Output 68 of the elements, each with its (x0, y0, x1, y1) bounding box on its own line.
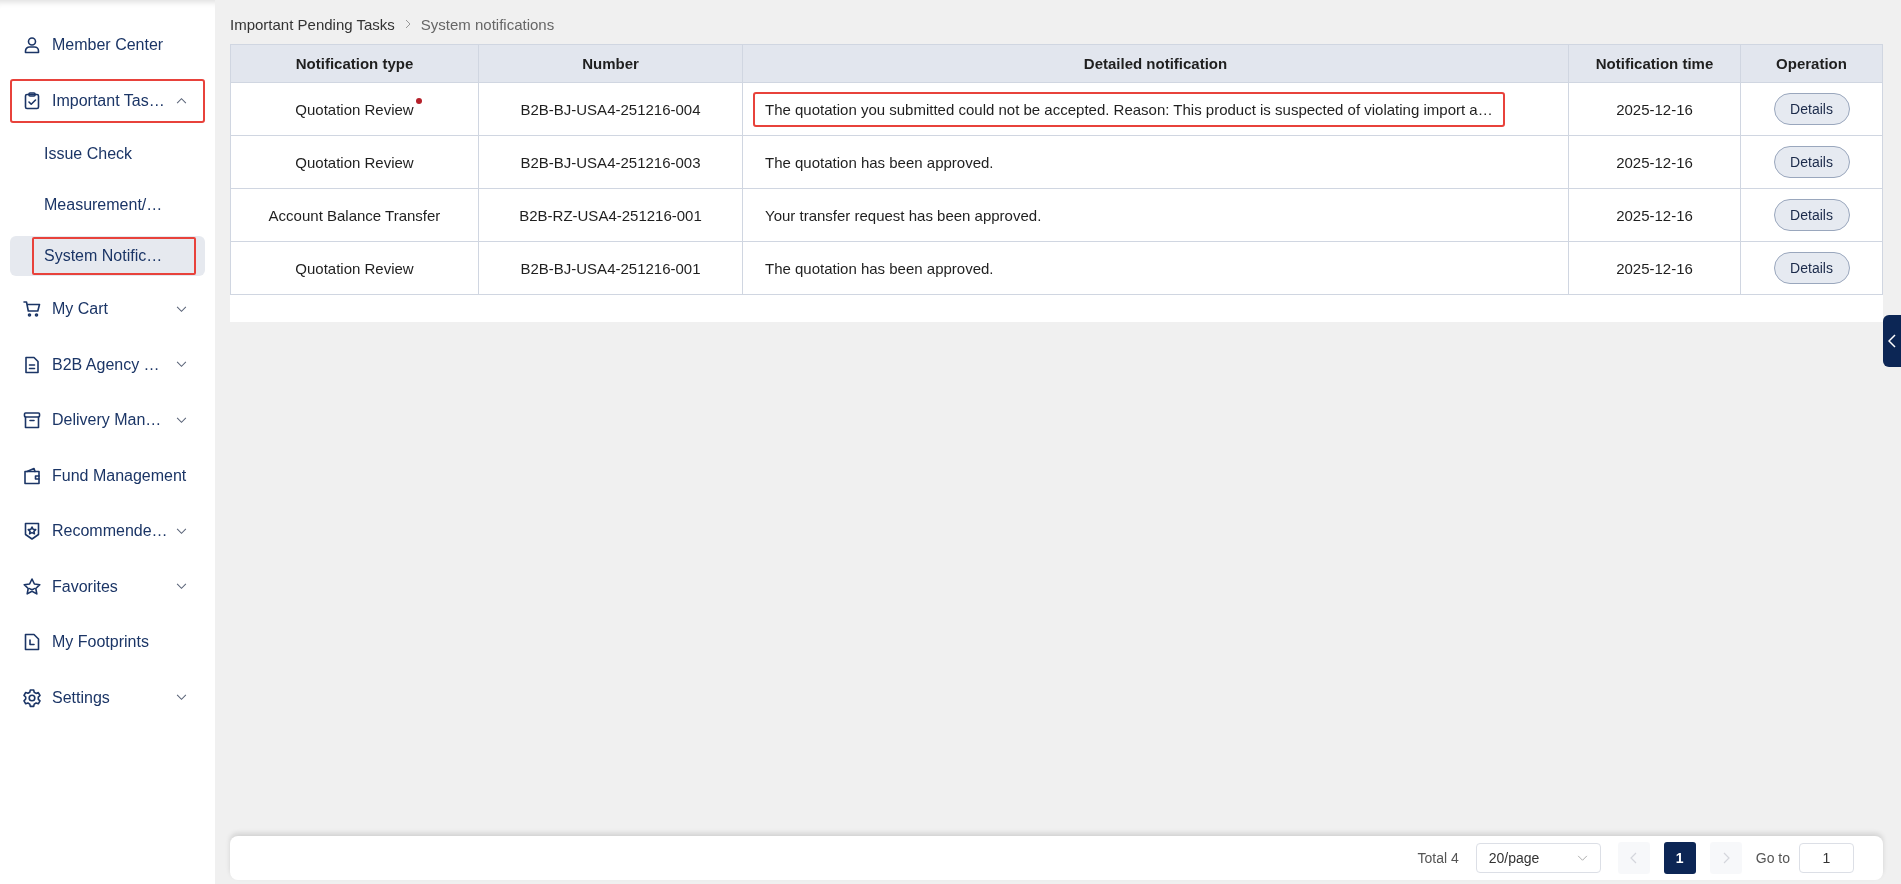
total-count: Total 4 (1417, 850, 1459, 866)
sidebar-item[interactable]: Important Tas… (10, 78, 205, 123)
box-icon (22, 410, 42, 430)
table-cell: The quotation you submitted could not be accepted. Reason: This product is suspected of violating import a… (742, 82, 1569, 136)
page-size-select[interactable]: 20/page (1475, 843, 1601, 873)
chevron-down-icon (176, 361, 187, 368)
table-cell: B2B-BJ-USA4-251216-004 (478, 82, 743, 136)
sidebar-item[interactable]: Delivery Man… (10, 398, 205, 442)
sidebar-item[interactable]: Recommende… (10, 509, 205, 553)
document-icon (22, 354, 42, 375)
sidebar-item[interactable]: B2B Agency … (10, 342, 205, 387)
table-cell: B2B-BJ-USA4-251216-003 (478, 135, 743, 189)
sidebar-item[interactable]: Member Center (10, 23, 205, 67)
goto-page-input[interactable]: 1 (1799, 843, 1854, 873)
sidebar-item[interactable]: My Cart (10, 287, 205, 331)
page-button[interactable]: 1 (1663, 842, 1696, 874)
collapse-panel-tab[interactable] (1883, 315, 1901, 367)
breadcrumb-item: System notifications (420, 15, 555, 33)
chevron-down-icon (176, 305, 187, 313)
sidebar-item[interactable]: My Footprints (10, 620, 205, 664)
chevron-down-icon (176, 416, 187, 424)
table-cell: The quotation has been approved. (742, 135, 1569, 189)
column-header: Number (478, 44, 743, 83)
clock-document-icon (22, 632, 42, 652)
details-button[interactable]: Details (1773, 252, 1850, 284)
column-header: Detailed notification (742, 44, 1569, 83)
details-button[interactable]: Details (1773, 93, 1850, 125)
table-cell: 2025-12-16 (1568, 135, 1741, 189)
table-cell: B2B-RZ-USA4-251216-001 (478, 188, 743, 242)
chevron-left-icon (1629, 852, 1638, 864)
table-cell: 2025-12-16 (1568, 241, 1741, 295)
sidebar-item[interactable]: Favorites (10, 564, 205, 609)
chevron-up-icon (176, 97, 187, 104)
wallet-icon (22, 465, 42, 486)
person-icon (22, 35, 42, 55)
table-cell: Account Balance Transfer (230, 188, 479, 242)
chevron-down-icon (176, 694, 187, 701)
goto-label: Go to (1755, 850, 1790, 866)
column-header: Notification type (230, 44, 479, 83)
sidebar-subitem[interactable]: Issue Check (10, 134, 205, 174)
table-cell: 2025-12-16 (1568, 82, 1741, 136)
star-icon (22, 576, 42, 597)
cart-icon (22, 299, 42, 319)
table-cell: The quotation has been approved. (742, 241, 1569, 295)
settings-icon (22, 687, 42, 708)
sidebar-item[interactable]: Settings (10, 675, 205, 720)
sidebar-item[interactable]: Fund Management (10, 453, 205, 498)
table-cell: Quotation Review (230, 82, 479, 136)
details-button[interactable]: Details (1773, 146, 1850, 178)
table-cell: Quotation Review (230, 241, 479, 295)
breadcrumb-item[interactable]: Important Pending Tasks (230, 15, 395, 33)
chevron-down-icon (176, 583, 187, 590)
table-cell: Quotation Review (230, 135, 479, 189)
chevron-down-icon (1576, 854, 1588, 862)
shield-star-icon (22, 521, 42, 541)
chevron-left-icon (1888, 334, 1896, 348)
sidebar-subitem[interactable]: Measurement/… (10, 185, 205, 225)
chevron-down-icon (176, 527, 187, 535)
table-cell: Your transfer request has been approved. (742, 188, 1569, 242)
table-cell: B2B-BJ-USA4-251216-001 (478, 241, 743, 295)
column-header: Operation (1740, 44, 1883, 83)
details-button[interactable]: Details (1773, 199, 1850, 231)
table-cell: 2025-12-16 (1568, 188, 1741, 242)
chevron-right-icon (1721, 852, 1730, 864)
sidebar-subitem[interactable]: System Notific… (10, 236, 205, 276)
chevron-right-icon (404, 19, 411, 29)
column-header: Notification time (1568, 44, 1741, 83)
clipboard-check-icon (22, 90, 42, 111)
